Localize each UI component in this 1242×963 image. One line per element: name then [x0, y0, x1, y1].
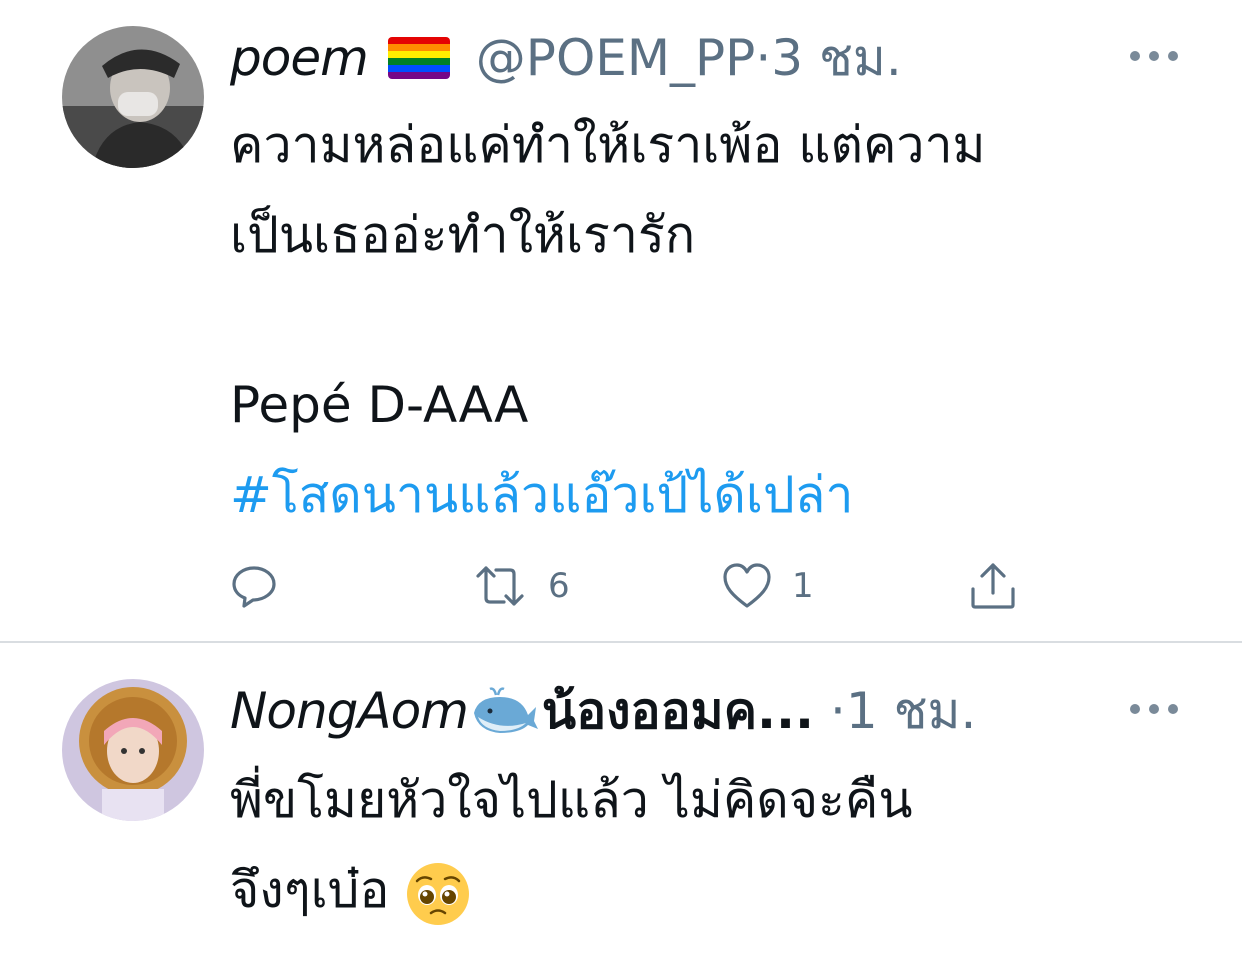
separator-dot: · — [830, 682, 846, 740]
avatar[interactable] — [62, 26, 204, 168]
tweet-text-line: ความหล่อแค่ทำให้เราเพ้อ แต่ความ — [230, 116, 986, 174]
tweet-header: poem @POEM_PP · 3 ชม. — [230, 18, 902, 98]
tweet-text: พี่ขโมยหัวใจไปแล้ว ไม่คิดจะคืน จึงๆเบ๋อ — [230, 755, 1190, 935]
tweet-header: NongAom น้องออมค... · 1 ชม. — [230, 671, 976, 751]
tweet[interactable]: NongAom น้องออมค... · 1 ชม. พี่ขโมยหัวใจ… — [0, 643, 1242, 963]
more-options-icon[interactable] — [1130, 699, 1178, 719]
heart-icon — [723, 563, 771, 608]
tweet-text-line-wrap: จึงๆเบ๋อ — [230, 845, 1190, 935]
display-name[interactable]: poem — [230, 18, 369, 98]
reply-button[interactable] — [230, 556, 278, 616]
timestamp[interactable]: 3 ชม. — [771, 18, 902, 98]
retweet-count: 6 — [548, 566, 570, 606]
separator-dot: · — [755, 29, 772, 87]
like-count: 1 — [792, 566, 814, 606]
display-name[interactable]: NongAom — [230, 671, 469, 751]
tweet-text-line: เป็นเธออ่ะทำให้เรารัก — [230, 206, 696, 264]
retweet-icon — [476, 566, 524, 606]
pleading-face-icon — [407, 862, 470, 925]
avatar[interactable] — [62, 679, 204, 821]
hashtag-link[interactable]: #โสดนานแล้วแอ๊วเป้ได้เปล่า — [230, 450, 1190, 540]
tweet-text-line: จึงๆเบ๋อ — [230, 861, 390, 919]
like-button[interactable]: 1 — [722, 556, 814, 616]
retweet-button[interactable]: 6 — [472, 556, 570, 616]
timestamp[interactable]: 1 ชม. — [846, 671, 977, 751]
tweet[interactable]: poem @POEM_PP · 3 ชม. ความหล่อแค่ทำให้เร… — [0, 0, 1242, 642]
tweet-text-line: Pepé D-AAA — [230, 376, 529, 434]
tweet-text: ความหล่อแค่ทำให้เราเพ้อ แต่ความ เป็นเธออ… — [230, 100, 1190, 280]
rainbow-flag-icon — [387, 37, 450, 79]
share-icon — [971, 563, 1015, 609]
user-handle[interactable]: @POEM_PP — [476, 18, 756, 98]
display-name-suffix[interactable]: น้องออมค... — [542, 671, 814, 751]
tweet-text-extra: Pepé D-AAA #โสดนานแล้วแอ๊วเป้ได้เปล่า — [230, 360, 1190, 540]
tweet-actions: 6 1 — [230, 556, 1030, 616]
share-button[interactable] — [968, 556, 1018, 616]
reply-icon — [232, 566, 276, 608]
tweet-text-line: พี่ขโมยหัวใจไปแล้ว ไม่คิดจะคืน — [230, 771, 913, 829]
whale-icon — [473, 687, 538, 733]
more-options-icon[interactable] — [1130, 46, 1178, 66]
